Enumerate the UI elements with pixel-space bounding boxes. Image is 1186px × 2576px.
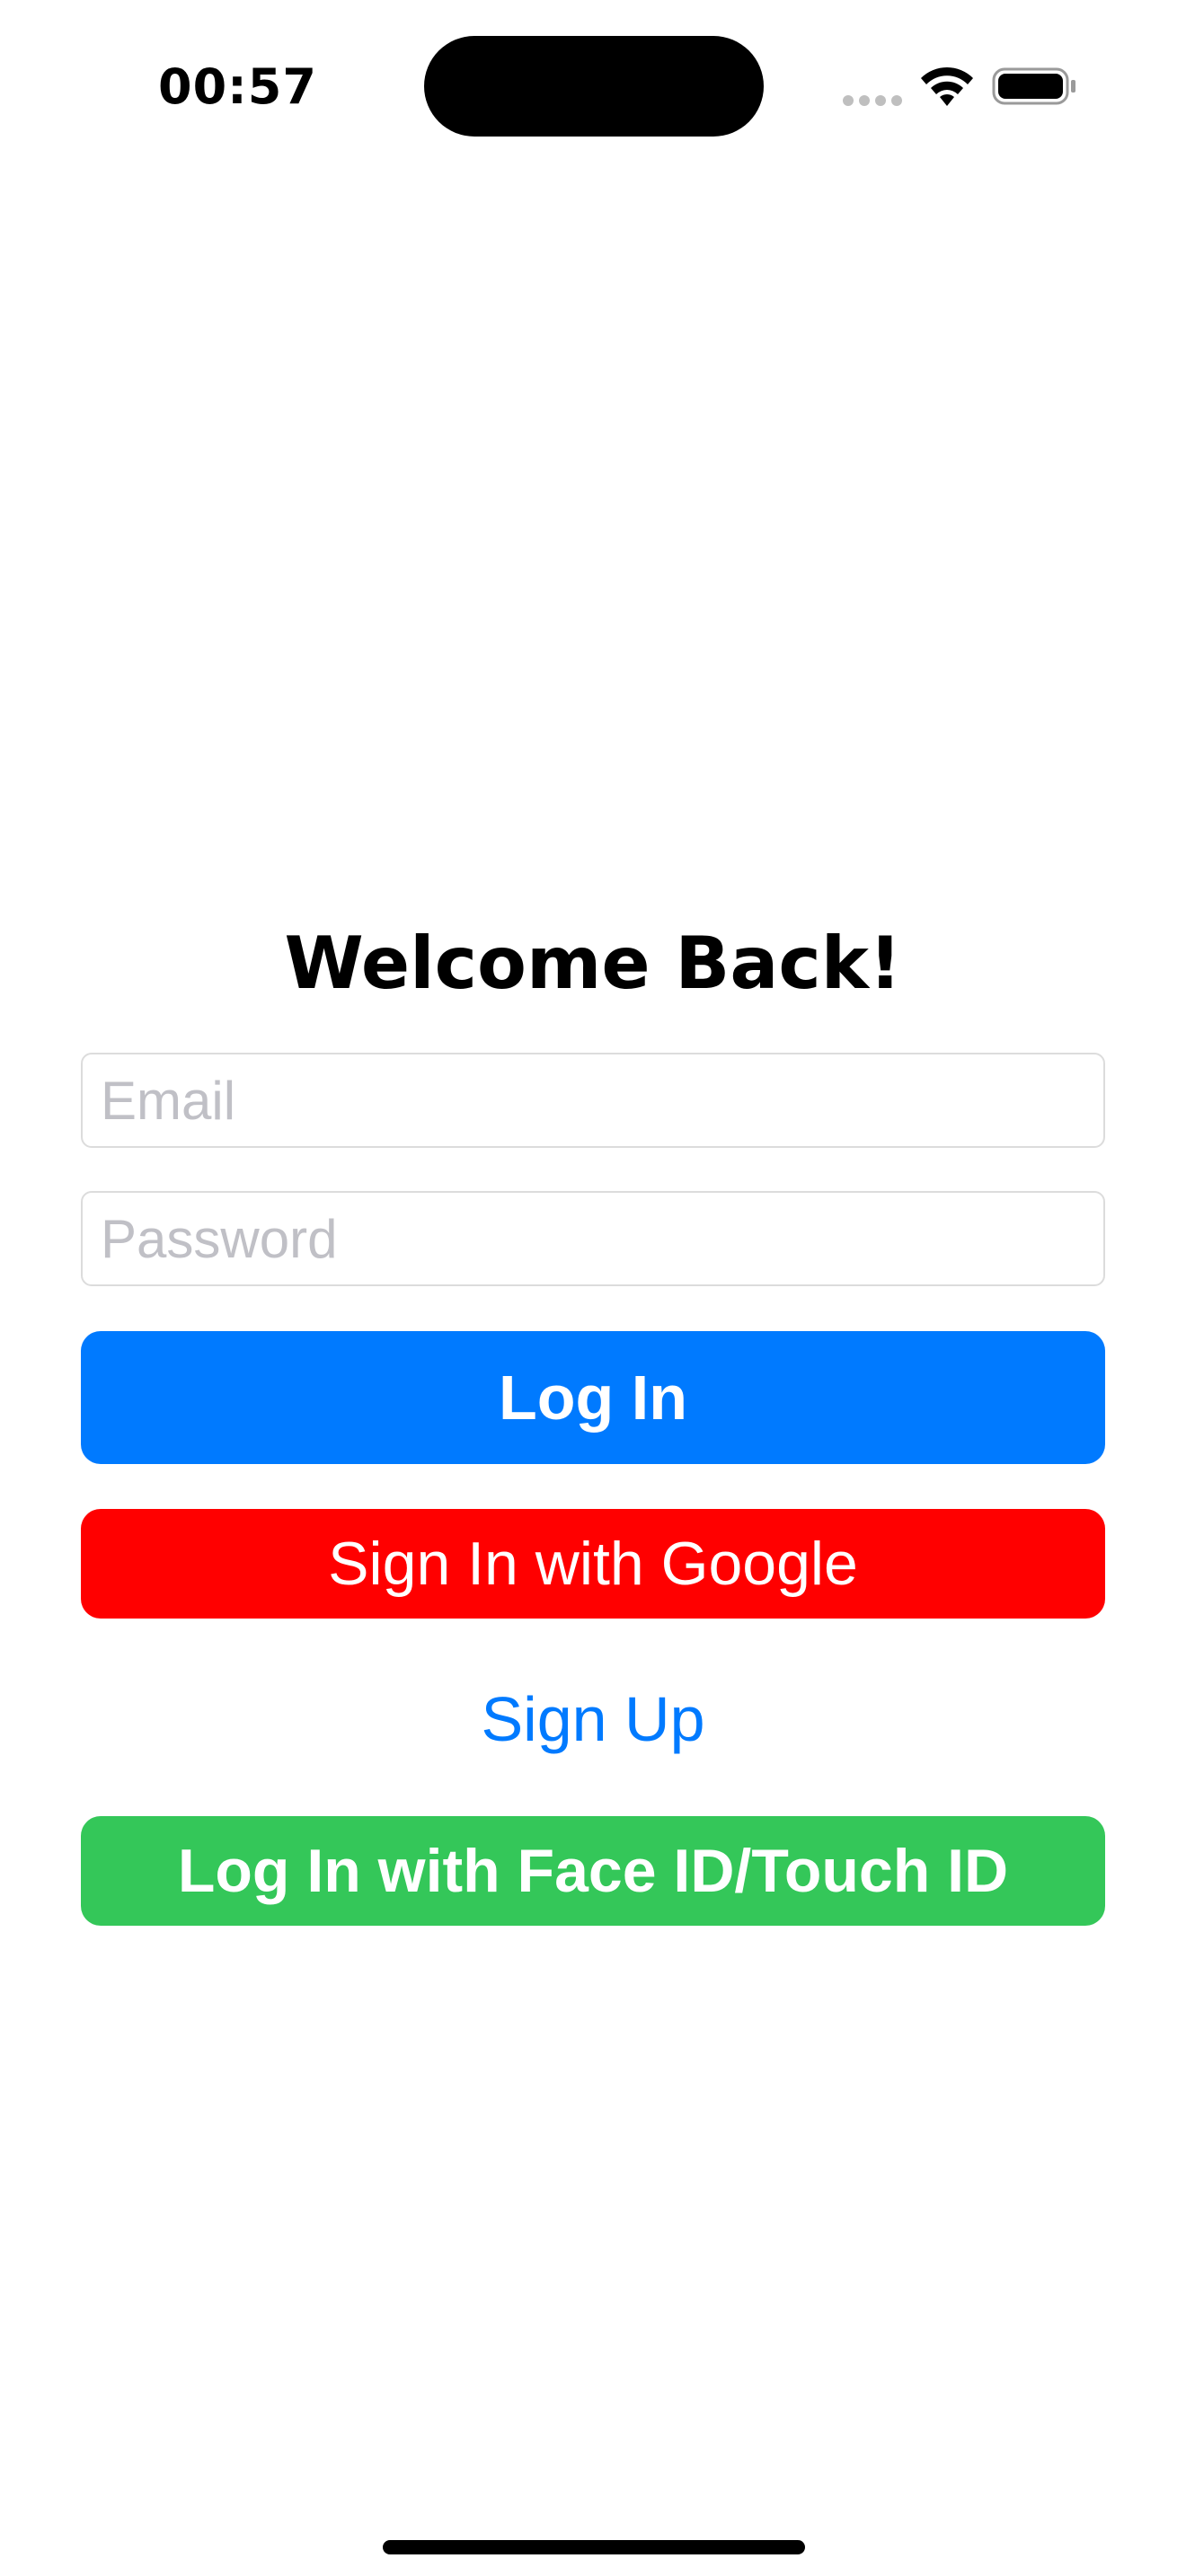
status-time: 00:57	[158, 58, 317, 115]
wifi-icon	[921, 66, 973, 106]
password-field[interactable]	[81, 1191, 1105, 1286]
cellular-signal-icon	[843, 95, 902, 106]
battery-icon	[992, 67, 1075, 105]
email-field[interactable]	[81, 1053, 1105, 1148]
google-sign-in-button[interactable]: Sign In with Google	[81, 1509, 1105, 1619]
page-title: Welcome Back!	[284, 922, 902, 1005]
sign-up-link[interactable]: Sign Up	[0, 1674, 1186, 1764]
home-indicator[interactable]	[383, 2540, 805, 2554]
face-id-login-button[interactable]: Log In with Face ID/Touch ID	[81, 1816, 1105, 1926]
login-button[interactable]: Log In	[81, 1331, 1105, 1464]
dynamic-island	[424, 36, 764, 137]
